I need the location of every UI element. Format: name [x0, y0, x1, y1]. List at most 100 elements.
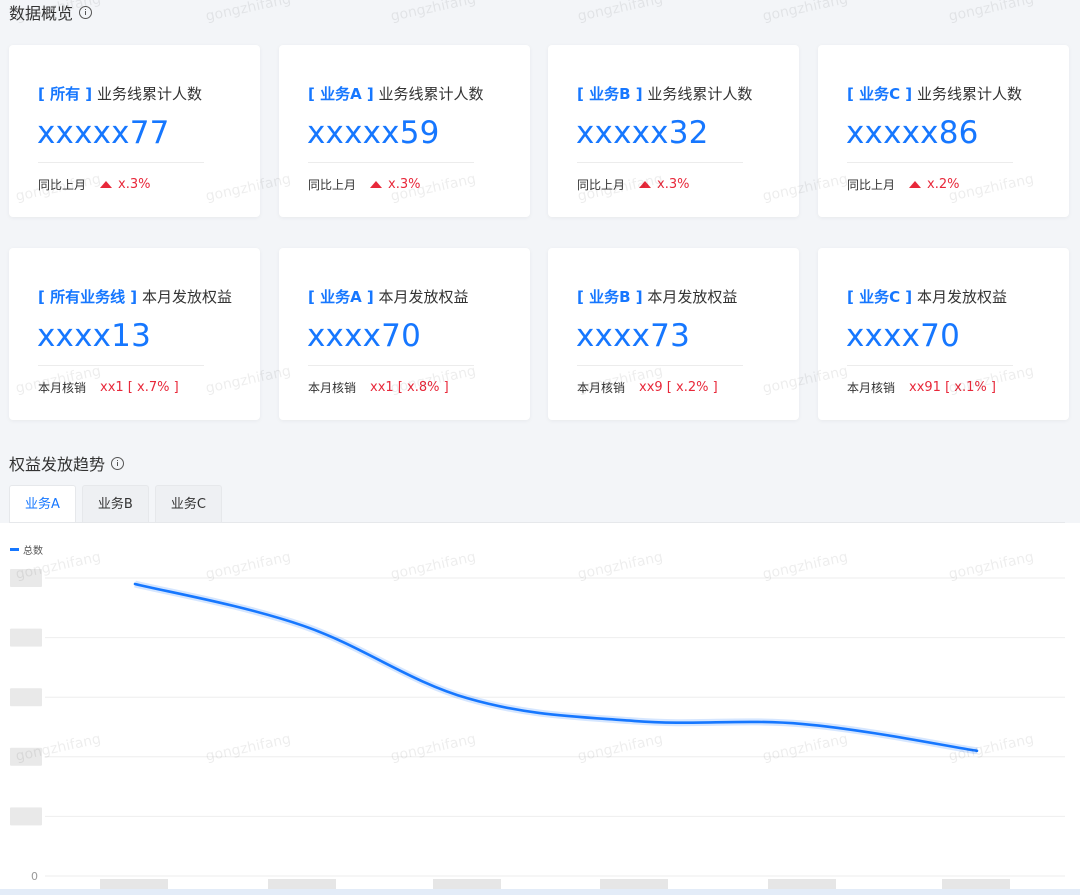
card-value: xxxx70	[846, 318, 961, 354]
card-value: xxxxx86	[846, 115, 979, 151]
tab-business-c[interactable]: 业务C	[154, 485, 222, 522]
stat-card-all-benefits: [ 所有业务线 ] 本月发放权益 xxxx13 本月核销 xx1 [ x.7% ]	[9, 248, 260, 420]
card-label: [ 所有 ] 业务线累计人数	[38, 83, 202, 104]
stat-card-business-b-users: [ 业务B ] 业务线累计人数 xxxxx32 同比上月 x.3%	[548, 45, 799, 217]
card-divider	[38, 365, 204, 366]
card-value: xxxxx77	[37, 115, 170, 151]
trend-title-text: 权益发放趋势	[9, 455, 106, 474]
stat-card-business-a-benefits: [ 业务A ] 本月发放权益 xxxx70 本月核销 xx1 [ x.8% ]	[279, 248, 530, 420]
trend-tabs: 业务A 业务B 业务C	[9, 485, 228, 522]
stat-card-all-users: [ 所有 ] 业务线累计人数 xxxxx77 同比上月 x.3%	[9, 45, 260, 217]
series-line-shadow	[134, 580, 978, 755]
tab-business-b[interactable]: 业务B	[81, 485, 149, 522]
watermark-text: gongzhifang	[389, 0, 478, 25]
legend-label: 总数	[23, 544, 43, 557]
card-tag: [ 业务B ]	[577, 288, 643, 306]
card-value: xxxx13	[37, 318, 152, 354]
y-tick-label	[10, 628, 42, 647]
y-tick-label	[10, 807, 42, 826]
info-icon[interactable]	[79, 5, 93, 19]
card-foot-label: 本月核销	[308, 381, 357, 395]
card-label-text: 本月发放权益	[916, 288, 1007, 306]
card-foot-label: 同比上月	[308, 178, 357, 192]
card-tag: [ 业务A ]	[308, 85, 374, 103]
card-tag: [ 业务C ]	[847, 288, 913, 306]
stat-card-business-b-benefits: [ 业务B ] 本月发放权益 xxxx73 本月核销 xx9 [ x.2% ]	[548, 248, 799, 420]
overview-title: 数据概览	[9, 0, 93, 24]
card-tag: [ 所有 ]	[38, 85, 93, 103]
trend-title: 权益发放趋势	[9, 451, 125, 475]
card-foot-value: xx9 [ x.2% ]	[639, 380, 718, 395]
y-tick-label	[10, 747, 42, 766]
stat-card-business-a-users: [ 业务A ] 业务线累计人数 xxxxx59 同比上月 x.3%	[279, 45, 530, 217]
card-foot-label: 本月核销	[847, 381, 896, 395]
card-label: [ 业务A ] 业务线累计人数	[308, 83, 484, 104]
card-foot-label: 同比上月	[38, 178, 87, 192]
card-label: [ 业务B ] 本月发放权益	[577, 286, 737, 307]
card-tag: [ 业务A ]	[308, 288, 374, 306]
bottom-bar	[0, 889, 1080, 895]
card-label-text: 本月发放权益	[647, 288, 738, 306]
stat-card-business-c-benefits: [ 业务C ] 本月发放权益 xxxx70 本月核销 xx91 [ x.1% ]	[818, 248, 1069, 420]
card-label-text: 本月发放权益	[378, 288, 469, 306]
card-label-text: 业务线累计人数	[378, 85, 484, 103]
card-foot-value: xx91 [ x.1% ]	[909, 380, 996, 395]
card-label-text: 业务线累计人数	[916, 85, 1022, 103]
card-label: [ 业务A ] 本月发放权益	[308, 286, 469, 307]
card-label-text: 业务线累计人数	[96, 85, 202, 103]
card-label-text: 本月发放权益	[141, 288, 232, 306]
card-foot: 同比上月 x.2%	[847, 176, 959, 193]
card-tag: [ 业务B ]	[577, 85, 643, 103]
stat-card-business-c-users: [ 业务C ] 业务线累计人数 xxxxx86 同比上月 x.2%	[818, 45, 1069, 217]
overview-title-text: 数据概览	[9, 4, 74, 23]
card-foot-label: 同比上月	[847, 178, 896, 192]
watermark-text: gongzhifang	[947, 0, 1036, 25]
triangle-up-icon	[639, 181, 652, 188]
card-divider	[308, 365, 474, 366]
card-foot: 本月核销 xx1 [ x.8% ]	[308, 379, 449, 396]
card-label: [ 所有业务线 ] 本月发放权益	[38, 286, 232, 307]
card-label-text: 业务线累计人数	[647, 85, 753, 103]
card-value: xxxxx32	[576, 115, 709, 151]
card-foot-value: xx1 [ x.8% ]	[370, 380, 449, 395]
triangle-up-icon	[909, 181, 922, 188]
card-foot-label: 本月核销	[577, 381, 626, 395]
card-foot-value: x.3%	[118, 177, 151, 192]
card-foot-value: x.3%	[657, 177, 690, 192]
y-tick-label	[10, 688, 42, 707]
card-foot: 本月核销 xx9 [ x.2% ]	[577, 379, 718, 396]
card-foot: 同比上月 x.3%	[577, 176, 689, 193]
card-value: xxxx70	[307, 318, 422, 354]
triangle-up-icon	[100, 181, 113, 188]
card-tag: [ 业务C ]	[847, 85, 913, 103]
card-value: xxxxx59	[307, 115, 440, 151]
card-foot: 本月核销 xx1 [ x.7% ]	[38, 379, 179, 396]
y-tick-label: 0	[31, 870, 38, 883]
card-divider	[577, 162, 743, 163]
trend-line-chart: 0 总数	[10, 544, 1065, 893]
card-divider	[847, 365, 1013, 366]
card-foot-value: x.2%	[927, 177, 960, 192]
tab-business-a[interactable]: 业务A	[9, 485, 76, 522]
series-line-total	[133, 582, 979, 753]
info-icon[interactable]	[111, 456, 125, 470]
dashboard-page: 数据概览 [ 所有 ] 业务线累计人数 xxxxx77 同比上月 x.3% [ 业…	[0, 0, 1080, 895]
watermark-text: gongzhifang	[576, 0, 665, 25]
legend-swatch	[10, 548, 19, 551]
card-value: xxxx73	[576, 318, 691, 354]
watermark-text: gongzhifang	[204, 0, 293, 25]
card-label: [ 业务C ] 本月发放权益	[847, 286, 1007, 307]
card-tag: [ 所有业务线 ]	[38, 288, 138, 306]
y-tick-label	[10, 569, 42, 587]
card-foot: 本月核销 xx91 [ x.1% ]	[847, 379, 996, 396]
card-foot-value: x.3%	[388, 177, 421, 192]
card-foot: 同比上月 x.3%	[38, 176, 150, 193]
triangle-up-icon	[370, 181, 383, 188]
card-foot: 同比上月 x.3%	[308, 176, 420, 193]
card-label: [ 业务B ] 业务线累计人数	[577, 83, 752, 104]
card-divider	[308, 162, 474, 163]
card-divider	[38, 162, 204, 163]
watermark-text: gongzhifang	[761, 0, 850, 25]
card-foot-label: 同比上月	[577, 178, 626, 192]
card-divider	[847, 162, 1013, 163]
